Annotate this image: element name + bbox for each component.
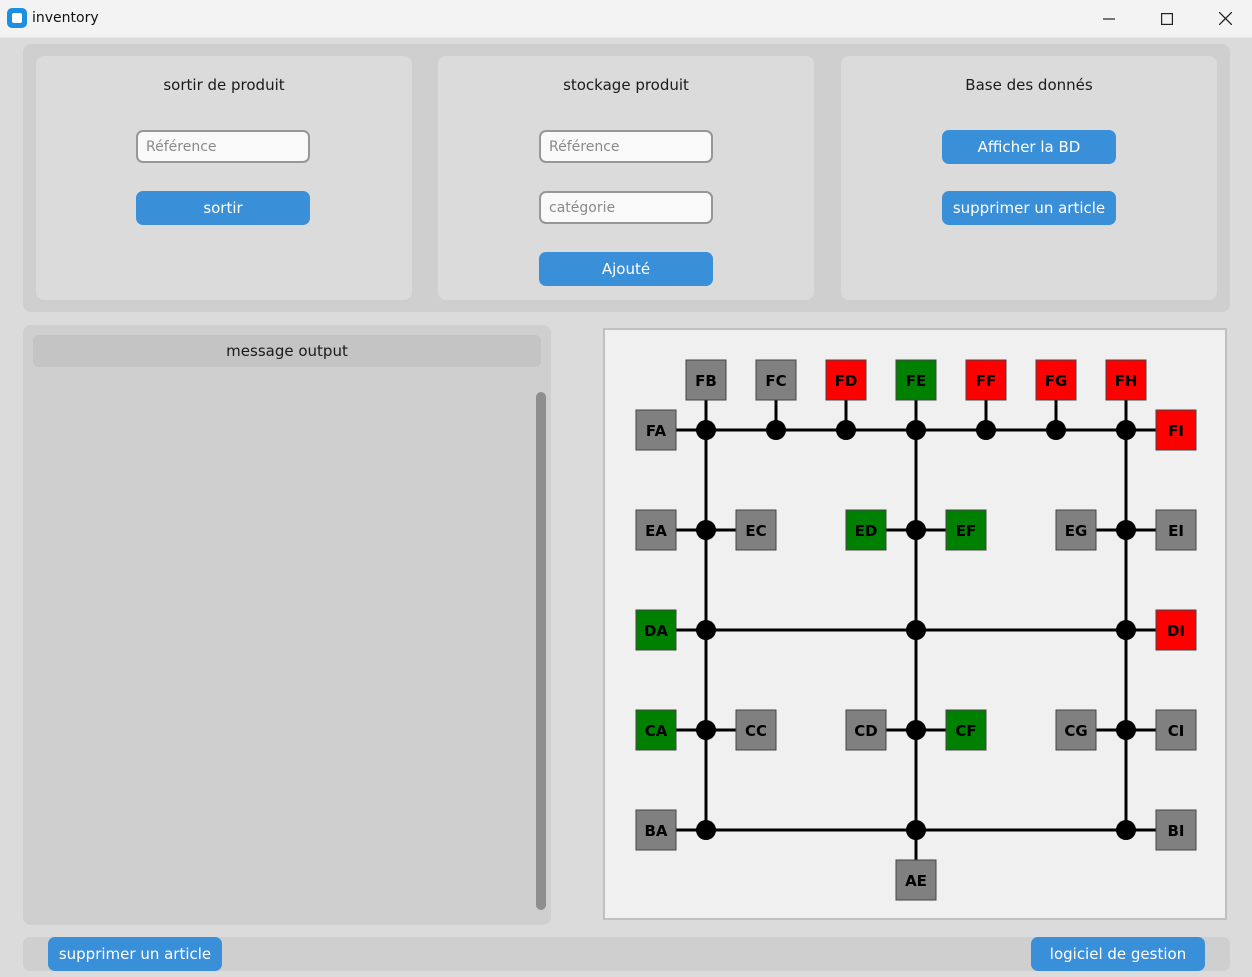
location-label: FD xyxy=(835,372,858,390)
ajoute-button[interactable]: Ajouté xyxy=(539,252,713,286)
stockage-reference-input[interactable] xyxy=(539,130,713,163)
message-output-label: message output xyxy=(33,335,541,367)
location-label: BA xyxy=(644,822,667,840)
location-box-ff[interactable]: FF xyxy=(965,359,1007,401)
location-box-ci[interactable]: CI xyxy=(1155,709,1197,751)
junction-node xyxy=(1116,620,1136,640)
location-label: FH xyxy=(1115,372,1138,390)
location-label: EI xyxy=(1168,522,1184,540)
location-box-ed[interactable]: ED xyxy=(845,509,887,551)
junction-node xyxy=(696,720,716,740)
window-title: inventory xyxy=(32,10,99,26)
location-label: AE xyxy=(905,872,927,890)
junction-node xyxy=(976,420,996,440)
junction-node xyxy=(906,720,926,740)
database-title: Base des donnés xyxy=(965,76,1093,94)
location-label: CA xyxy=(645,722,668,740)
sortir-button[interactable]: sortir xyxy=(136,191,310,225)
junction-node xyxy=(1116,820,1136,840)
location-label: FB xyxy=(695,372,717,390)
junction-node xyxy=(696,820,716,840)
junction-node xyxy=(696,420,716,440)
location-box-fg[interactable]: FG xyxy=(1035,359,1077,401)
location-label: DI xyxy=(1167,622,1185,640)
location-label: FG xyxy=(1045,372,1068,390)
junction-node xyxy=(1116,720,1136,740)
location-label: BI xyxy=(1167,822,1184,840)
location-box-di[interactable]: DI xyxy=(1155,609,1197,651)
bottom-delete-article-button[interactable]: supprimer un article xyxy=(48,937,222,971)
location-label: EC xyxy=(745,522,766,540)
location-box-cc[interactable]: CC xyxy=(735,709,777,751)
location-label: EF xyxy=(956,522,977,540)
location-label: CD xyxy=(854,722,877,740)
stockage-title: stockage produit xyxy=(563,76,689,94)
location-label: FF xyxy=(976,372,997,390)
location-box-fh[interactable]: FH xyxy=(1105,359,1147,401)
maximize-button[interactable] xyxy=(1138,0,1196,37)
management-software-button[interactable]: logiciel de gestion xyxy=(1031,937,1205,971)
location-box-ae[interactable]: AE xyxy=(895,859,937,901)
location-label: ED xyxy=(855,522,878,540)
maximize-icon xyxy=(1161,12,1173,25)
delete-article-button[interactable]: supprimer un article xyxy=(942,191,1116,225)
junction-node xyxy=(906,620,926,640)
junction-node xyxy=(1046,420,1066,440)
location-box-fe[interactable]: FE xyxy=(895,359,937,401)
minimize-button[interactable] xyxy=(1080,0,1138,37)
warehouse-map: FB FC FD FE FF FG FH FA FI EA EC ED EF EG EI DA DI CA CC CD… xyxy=(635,359,1197,901)
title-bar: inventory xyxy=(0,0,1252,38)
stockage-category-input[interactable] xyxy=(539,191,713,224)
junction-node xyxy=(1116,520,1136,540)
close-button[interactable] xyxy=(1196,0,1252,37)
location-box-ei[interactable]: EI xyxy=(1155,509,1197,551)
location-label: CI xyxy=(1168,722,1185,740)
sortir-title: sortir de produit xyxy=(163,76,285,94)
location-box-bi[interactable]: BI xyxy=(1155,809,1197,851)
junction-node xyxy=(836,420,856,440)
location-box-fa[interactable]: FA xyxy=(635,409,677,451)
location-label: EG xyxy=(1065,522,1088,540)
location-label: EA xyxy=(645,522,667,540)
location-box-ef[interactable]: EF xyxy=(945,509,987,551)
location-label: CC xyxy=(745,722,767,740)
location-label: CF xyxy=(955,722,976,740)
location-label: FC xyxy=(765,372,786,390)
location-box-cf[interactable]: CF xyxy=(945,709,987,751)
message-output-panel xyxy=(23,325,551,925)
junction-node xyxy=(696,520,716,540)
location-box-fb[interactable]: FB xyxy=(685,359,727,401)
junction-node xyxy=(1116,420,1136,440)
location-box-fc[interactable]: FC xyxy=(755,359,797,401)
location-box-fd[interactable]: FD xyxy=(825,359,867,401)
location-label: FE xyxy=(906,372,927,390)
junction-node xyxy=(696,620,716,640)
location-label: DA xyxy=(644,622,668,640)
location-label: CG xyxy=(1064,722,1087,740)
location-box-da[interactable]: DA xyxy=(635,609,677,651)
location-box-eg[interactable]: EG xyxy=(1055,509,1097,551)
minimize-icon xyxy=(1103,17,1115,20)
junction-node xyxy=(906,820,926,840)
location-box-ea[interactable]: EA xyxy=(635,509,677,551)
location-label: FI xyxy=(1168,422,1184,440)
location-box-fi[interactable]: FI xyxy=(1155,409,1197,451)
location-box-cg[interactable]: CG xyxy=(1055,709,1097,751)
close-icon xyxy=(1218,12,1232,25)
junction-node xyxy=(766,420,786,440)
location-box-ba[interactable]: BA xyxy=(635,809,677,851)
app-icon xyxy=(7,8,27,28)
junction-node xyxy=(906,520,926,540)
message-scrollbar[interactable] xyxy=(536,392,546,910)
show-database-button[interactable]: Afficher la BD xyxy=(942,130,1116,164)
location-box-ec[interactable]: EC xyxy=(735,509,777,551)
junction-node xyxy=(906,420,926,440)
sortir-reference-input[interactable] xyxy=(136,130,310,163)
location-label: FA xyxy=(646,422,667,440)
location-box-ca[interactable]: CA xyxy=(635,709,677,751)
location-box-cd[interactable]: CD xyxy=(845,709,887,751)
